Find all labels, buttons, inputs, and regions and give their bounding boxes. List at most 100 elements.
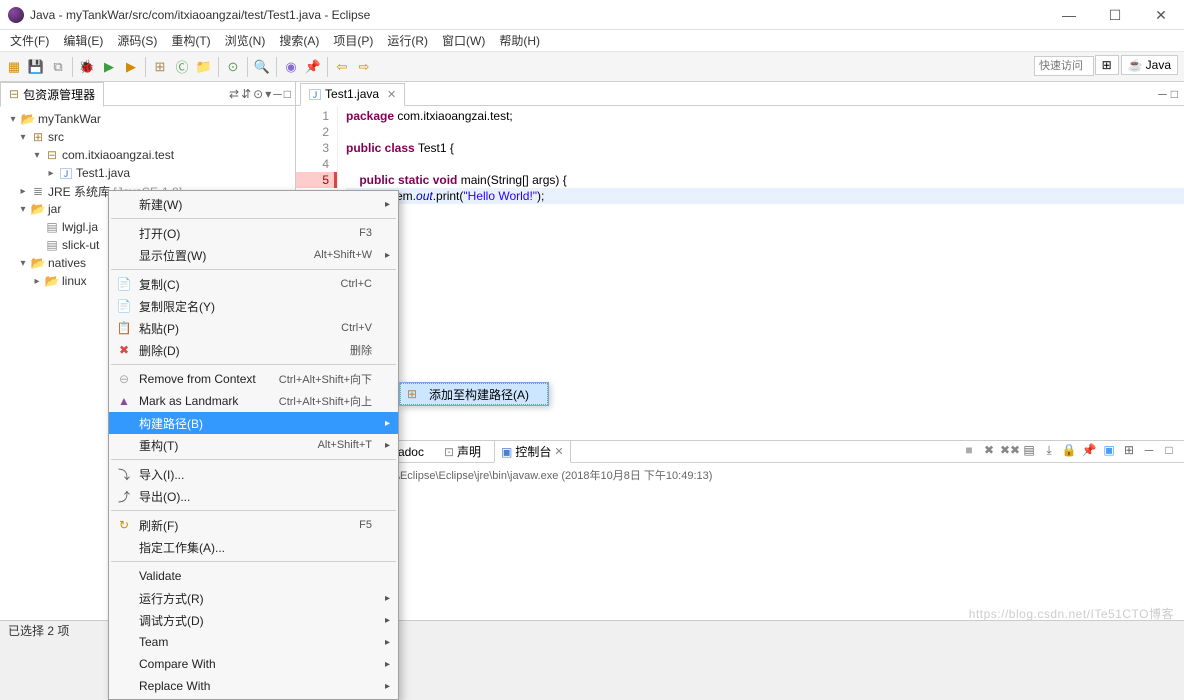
buildpath-submenu: ⊞添加至构建路径(A) <box>399 382 549 406</box>
copy-icon: 📄 <box>115 277 133 291</box>
editor-area: 🄹Test1.java✕ ─□ 1 2 3 4 5 6 package com.… <box>296 82 1184 620</box>
pin-icon[interactable]: 📌 <box>303 57 323 77</box>
close-button[interactable]: ✕ <box>1146 8 1176 22</box>
forward-icon[interactable]: ⇨ <box>354 57 374 77</box>
explorer-tab[interactable]: ⊟包资源管理器 <box>0 82 104 107</box>
console-remove-icon[interactable]: ✖ <box>980 443 998 458</box>
search-icon[interactable]: 🔍 <box>252 57 272 77</box>
ctx-refresh[interactable]: ↻刷新(F)F5 <box>109 514 398 536</box>
ctx-copy[interactable]: 📄复制(C)Ctrl+C <box>109 273 398 295</box>
window-title: Java - myTankWar/src/com/itxiaoangzai/te… <box>30 8 1054 22</box>
export-icon: ⤴ <box>115 488 133 505</box>
collapse-all-icon[interactable]: ⇄ <box>229 87 239 101</box>
ctx-new[interactable]: 新建(W)▸ <box>109 193 398 215</box>
ctx-export[interactable]: ⤴导出(O)... <box>109 485 398 507</box>
menu-refactor[interactable]: 重构(T) <box>165 30 216 51</box>
open-type-icon[interactable]: ⊙ <box>223 57 243 77</box>
ctx-debugas[interactable]: 调试方式(D)▸ <box>109 609 398 631</box>
copy-qualified-icon: 📄 <box>115 299 133 313</box>
ctx-replace[interactable]: Replace With▸ <box>109 675 398 697</box>
ctx-compare[interactable]: Compare With▸ <box>109 653 398 675</box>
ctx-delete[interactable]: ✖删除(D)删除 <box>109 339 398 361</box>
menu-project[interactable]: 项目(P) <box>327 30 379 51</box>
tab-console[interactable]: ▣控制台✕ <box>494 440 571 463</box>
new-class-icon[interactable]: Ⓒ <box>172 57 192 77</box>
submenu-add-to-buildpath[interactable]: ⊞添加至构建路径(A) <box>400 383 548 405</box>
new-icon[interactable]: ▦ <box>4 57 24 77</box>
console-lock-icon[interactable]: 🔒 <box>1060 443 1078 458</box>
menu-search[interactable]: 搜索(A) <box>273 30 325 51</box>
menu-run[interactable]: 运行(R) <box>381 30 434 51</box>
open-perspective-button[interactable]: ⊞ <box>1095 55 1119 75</box>
max-icon[interactable]: □ <box>284 87 291 101</box>
ctx-paste[interactable]: 📋粘贴(P)Ctrl+V <box>109 317 398 339</box>
ctx-buildpath[interactable]: 构建路径(B)▸ <box>109 412 398 434</box>
tree-package[interactable]: ▾⊟com.itxiaoangzai.test <box>2 146 293 164</box>
ctx-team[interactable]: Team▸ <box>109 631 398 653</box>
new-folder-icon[interactable]: 📁 <box>194 57 214 77</box>
menu-edit[interactable]: 编辑(E) <box>57 30 109 51</box>
console-removeall-icon[interactable]: ✖✖ <box>1000 443 1018 458</box>
console-max-icon[interactable]: □ <box>1160 443 1178 458</box>
task-icon[interactable]: ◉ <box>281 57 301 77</box>
menu-navigate[interactable]: 浏览(N) <box>219 30 272 51</box>
editor-max-icon[interactable]: □ <box>1171 87 1178 101</box>
close-tab-icon[interactable]: ✕ <box>387 88 396 101</box>
min-icon[interactable]: ─ <box>273 87 282 101</box>
editor-tab[interactable]: 🄹Test1.java✕ <box>300 83 405 106</box>
tree-project[interactable]: ▾📂myTankWar <box>2 110 293 128</box>
java-perspective-button[interactable]: ☕Java <box>1121 55 1178 75</box>
remove-context-icon: ⊖ <box>115 372 133 386</box>
console-open-icon[interactable]: ⊞ <box>1120 443 1138 458</box>
console-pin-icon[interactable]: 📌 <box>1080 443 1098 458</box>
ctx-import[interactable]: ⤵导入(I)... <box>109 463 398 485</box>
ctx-runas[interactable]: 运行方式(R)▸ <box>109 587 398 609</box>
ctx-showin[interactable]: 显示位置(W)Alt+Shift+W▸ <box>109 244 398 266</box>
view-menu-icon[interactable]: ▾ <box>265 87 271 101</box>
tree-src[interactable]: ▾⊞src <box>2 128 293 146</box>
console-min-icon[interactable]: ─ <box>1140 443 1158 458</box>
maximize-button[interactable]: ☐ <box>1100 8 1130 22</box>
quick-access-input[interactable] <box>1034 56 1094 76</box>
watermark: https://blog.csdn.net/ITe51CTO博客 <box>969 605 1174 622</box>
context-menu: 新建(W)▸ 打开(O)F3 显示位置(W)Alt+Shift+W▸ 📄复制(C… <box>108 190 399 700</box>
extern-icon[interactable]: ▶ <box>121 57 141 77</box>
new-pkg-icon[interactable]: ⊞ <box>150 57 170 77</box>
code-editor[interactable]: 1 2 3 4 5 6 package com.itxiaoangzai.tes… <box>296 106 1184 296</box>
menu-window[interactable]: 窗口(W) <box>436 30 491 51</box>
debug-icon[interactable]: 🐞 <box>77 57 97 77</box>
ctx-validate[interactable]: Validate <box>109 565 398 587</box>
console-clear-icon[interactable]: ▤ <box>1020 443 1038 458</box>
ctx-removectx[interactable]: ⊖Remove from ContextCtrl+Alt+Shift+向下 <box>109 368 398 390</box>
menubar: 文件(F) 编辑(E) 源码(S) 重构(T) 浏览(N) 搜索(A) 项目(P… <box>0 30 1184 52</box>
close-console-icon[interactable]: ✕ <box>554 445 563 458</box>
saveall-icon[interactable]: ⧉ <box>48 57 68 77</box>
editor-min-icon[interactable]: ─ <box>1158 87 1167 101</box>
tree-file[interactable]: ▸🄹Test1.java <box>2 164 293 182</box>
menu-source[interactable]: 源码(S) <box>111 30 163 51</box>
ctx-open[interactable]: 打开(O)F3 <box>109 222 398 244</box>
minimize-button[interactable]: — <box>1054 8 1084 22</box>
ctx-workingset[interactable]: 指定工作集(A)... <box>109 536 398 558</box>
refresh-icon: ↻ <box>115 518 133 532</box>
console-output: a 应用程序] E:\java\Eclipse\Eclipse\jre\bin\… <box>296 463 1184 487</box>
ctx-copyq[interactable]: 📄复制限定名(Y) <box>109 295 398 317</box>
save-icon[interactable]: 💾 <box>26 57 46 77</box>
back-icon[interactable]: ⇦ <box>332 57 352 77</box>
console-scroll-icon[interactable]: ⤓ <box>1040 443 1058 458</box>
landmark-icon: ▲ <box>115 394 133 408</box>
paste-icon: 📋 <box>115 321 133 335</box>
console-pane: ⊘问题 @Javadoc ⊡声明 ▣控制台✕ ■ ✖ ✖✖ ▤ ⤓ 🔒 📌 ▣ … <box>296 440 1184 620</box>
tab-declaration[interactable]: ⊡声明 <box>437 440 488 463</box>
menu-help[interactable]: 帮助(H) <box>493 30 546 51</box>
console-display-icon[interactable]: ▣ <box>1100 443 1118 458</box>
link-editor-icon[interactable]: ⇵ <box>241 87 251 101</box>
focus-icon[interactable]: ⊙ <box>253 87 263 101</box>
console-stop-icon[interactable]: ■ <box>960 443 978 458</box>
eclipse-icon <box>8 7 24 23</box>
add-buildpath-icon: ⊞ <box>407 387 417 401</box>
ctx-landmark[interactable]: ▲Mark as LandmarkCtrl+Alt+Shift+向上 <box>109 390 398 412</box>
menu-file[interactable]: 文件(F) <box>4 30 55 51</box>
ctx-refactor[interactable]: 重构(T)Alt+Shift+T▸ <box>109 434 398 456</box>
run-icon[interactable]: ▶ <box>99 57 119 77</box>
